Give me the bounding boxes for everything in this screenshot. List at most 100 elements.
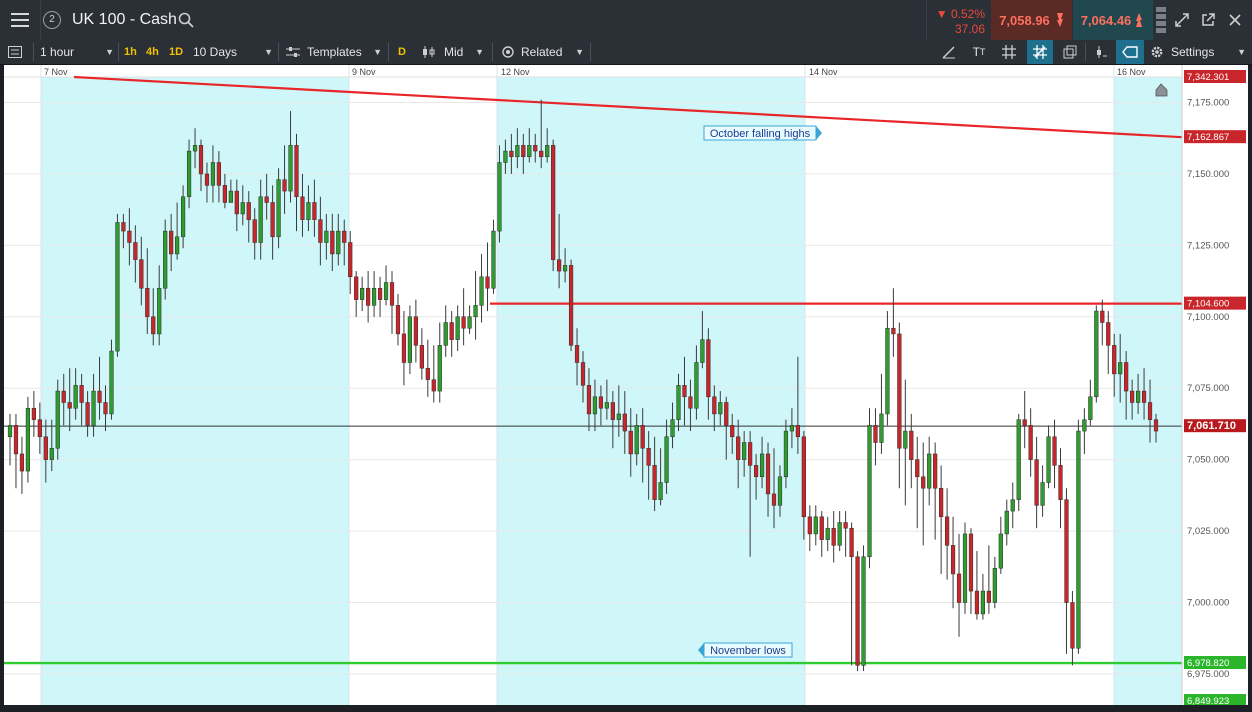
candle-body xyxy=(592,396,598,415)
candle xyxy=(389,271,395,334)
candle xyxy=(819,511,824,557)
candle-body xyxy=(485,276,490,289)
settings-button[interactable]: Settings ▼ xyxy=(1150,40,1246,64)
candle xyxy=(1022,391,1027,449)
november-lows-label-text: November lows xyxy=(710,645,786,657)
related-icon xyxy=(502,46,514,58)
candle xyxy=(455,305,460,352)
range-select[interactable]: 10 Days ▼ xyxy=(193,40,273,64)
price-chart[interactable]: 7 Nov 9 Nov 12 Nov 14 Nov 16 Nov October fal… xyxy=(4,65,1248,707)
day-band-shaded xyxy=(41,77,349,705)
candle xyxy=(163,219,168,300)
candle-body xyxy=(676,385,681,420)
interval-select[interactable]: 1 hour ▼ xyxy=(40,40,114,64)
sell-price-button[interactable]: 7,058.96 xyxy=(991,0,1072,40)
candle-body xyxy=(1064,499,1069,603)
candle-body xyxy=(664,436,669,483)
candle xyxy=(998,516,1003,574)
search-icon[interactable] xyxy=(176,0,196,40)
november-lows-price-tag-text: 6,978.820 xyxy=(1187,658,1229,669)
quick-interval-1h[interactable]: 1h xyxy=(124,40,137,64)
candle xyxy=(956,533,962,637)
candle-body xyxy=(234,190,239,215)
candle-body xyxy=(897,333,902,449)
candle-body xyxy=(580,362,586,386)
candle-body xyxy=(1153,419,1159,432)
buy-price-button[interactable]: 7,064.46 xyxy=(1073,0,1153,40)
popout-icon[interactable] xyxy=(1196,0,1220,40)
candle-icon[interactable] xyxy=(1090,40,1112,64)
candle-body xyxy=(825,527,830,540)
sell-price: 7,058.96 xyxy=(999,12,1050,28)
candle xyxy=(855,551,860,672)
candle-body xyxy=(933,453,938,489)
candle xyxy=(473,271,478,340)
hamburger-menu-icon[interactable] xyxy=(0,0,41,40)
candle-body xyxy=(7,425,13,438)
candle-body xyxy=(777,476,783,506)
expand-icon[interactable] xyxy=(1170,0,1194,40)
list-icon[interactable] xyxy=(8,40,30,64)
candle-body xyxy=(1088,396,1093,420)
instrument-title[interactable]: UK 100 - Cash xyxy=(72,11,177,29)
y-tick-label: 7,050.000 xyxy=(1187,455,1229,466)
candle-body xyxy=(19,453,25,472)
candle-body xyxy=(169,230,174,255)
chart-type-d[interactable]: D xyxy=(398,40,406,64)
tag-icon[interactable] xyxy=(1116,40,1144,64)
candle-body xyxy=(837,522,842,546)
candle-body xyxy=(139,259,144,289)
layers-icon[interactable] xyxy=(1059,40,1081,64)
bottom-price-tag-text: 6,849.923 xyxy=(1187,696,1229,705)
buy-price: 7,064.46 xyxy=(1080,12,1132,28)
candle-body xyxy=(539,150,544,158)
candle xyxy=(944,488,950,580)
candle xyxy=(377,276,383,317)
candle xyxy=(276,168,281,249)
y-tick-label: 7,125.000 xyxy=(1187,240,1229,251)
price-type-select[interactable]: Mid ▼ xyxy=(422,40,484,64)
templates-button[interactable]: Templates ▼ xyxy=(286,40,382,64)
candle-body xyxy=(389,282,395,306)
candle-body xyxy=(861,556,866,666)
october-falling-highs-label-text: October falling highs xyxy=(710,128,811,140)
quick-interval-1d[interactable]: 1D xyxy=(169,40,183,64)
candle-body xyxy=(25,407,31,472)
layout-number-button[interactable]: 2 xyxy=(41,0,63,40)
candle-body xyxy=(1034,459,1039,506)
text-size-icon[interactable]: TT xyxy=(968,40,990,64)
candle-body xyxy=(91,390,96,426)
candle xyxy=(1016,413,1021,512)
november-lows-label: November lows xyxy=(698,642,793,658)
candlestick-chart[interactable]: 7 Nov 9 Nov 12 Nov 14 Nov 16 Nov October fal… xyxy=(4,65,1248,707)
quick-interval-4h[interactable]: 4h xyxy=(146,40,159,64)
candle-body xyxy=(712,396,717,415)
candle-body xyxy=(288,145,293,192)
candle xyxy=(974,551,980,620)
candle xyxy=(1010,482,1015,529)
candle-body xyxy=(383,282,389,300)
candle xyxy=(1058,448,1063,529)
related-button[interactable]: Related ▼ xyxy=(502,40,584,64)
crosshair-icon[interactable] xyxy=(1027,40,1053,64)
resistance-price-tag: 7,104.600 xyxy=(1184,296,1246,310)
candle xyxy=(885,311,890,426)
candle-body xyxy=(736,436,741,460)
price-change: ▼ 0.52% 37.06 xyxy=(926,0,991,40)
october-falling-highs-label: October falling highs xyxy=(703,125,822,141)
depth-bars-icon[interactable] xyxy=(1154,0,1168,40)
candle-body xyxy=(198,145,204,175)
candle-body xyxy=(210,162,216,186)
candle-body xyxy=(807,516,812,535)
draw-icon[interactable] xyxy=(938,40,960,64)
candle-body xyxy=(103,402,108,415)
candle-body xyxy=(795,425,800,438)
y-tick-label: 7,075.000 xyxy=(1187,383,1229,394)
y-tick-label: 7,175.000 xyxy=(1187,98,1229,109)
candle-body xyxy=(437,345,442,392)
candle-body xyxy=(419,345,424,369)
resistance-price-tag-text: 7,104.600 xyxy=(1187,299,1229,310)
candle xyxy=(461,288,466,346)
close-icon[interactable] xyxy=(1222,0,1248,40)
grid-icon[interactable] xyxy=(998,40,1020,64)
